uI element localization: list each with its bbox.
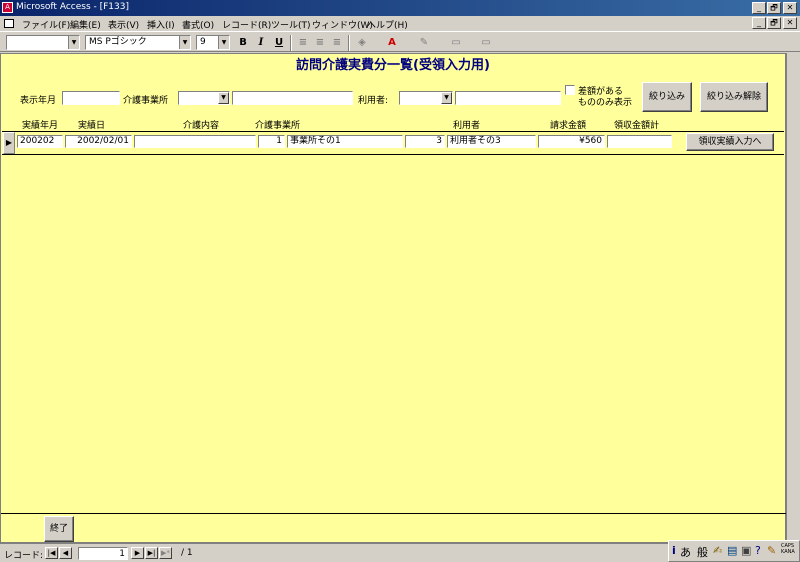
chevron-down-icon[interactable]: ▼	[179, 36, 190, 49]
form-close-button[interactable]: ✕	[783, 17, 797, 29]
form-title: 訪問介護実費分一覧(受領入力用)	[296, 58, 490, 73]
form-minimize-button[interactable]: _	[752, 17, 766, 29]
chevron-down-icon[interactable]: ▼	[218, 92, 229, 104]
first-record-icon[interactable]: |◀	[45, 547, 58, 559]
column-header-received: 領収金額計	[614, 121, 660, 131]
column-header-content: 介護内容	[183, 121, 220, 131]
form-detail-area	[0, 53, 786, 543]
access-app-icon[interactable]: A	[2, 2, 13, 13]
menu-file[interactable]: ファイル(F)	[22, 18, 70, 31]
user-label: 利用者:	[358, 96, 389, 106]
menu-help[interactable]: ヘルプ(H)	[367, 18, 408, 31]
font-size-value: 9	[200, 37, 206, 47]
ime-dictionary-icon[interactable]: ▣	[741, 544, 751, 557]
form-footer-divider	[1, 513, 786, 514]
column-header-user: 利用者	[453, 121, 481, 131]
diff-only-label-line2: もののみ表示	[578, 98, 633, 108]
next-record-icon[interactable]: ▶	[131, 547, 144, 559]
formatting-toolbar: ▼ MS Pゴシック ▼ 9 ▼ B I U ≡ ≡ ≡ ◈ A ✎ ▭ ▭	[0, 31, 800, 52]
chevron-down-icon[interactable]: ▼	[218, 36, 229, 49]
object-combo[interactable]: ▼	[6, 35, 80, 50]
toolbar-separator	[348, 35, 350, 51]
menu-format[interactable]: 書式(O)	[182, 18, 214, 31]
column-header-billed: 請求金額	[550, 121, 587, 131]
font-size-combo[interactable]: 9 ▼	[196, 35, 230, 50]
ime-conversion-button[interactable]: 般	[697, 544, 708, 560]
ime-properties-icon[interactable]: ?	[755, 544, 761, 557]
ime-tool-icon[interactable]: ✍	[713, 544, 722, 557]
caps-kana-indicator: CAPS KANA	[781, 543, 795, 555]
menu-edit[interactable]: 編集(E)	[70, 18, 101, 31]
month-label: 表示年月	[20, 96, 57, 106]
align-center-icon[interactable]: ≡	[312, 35, 328, 51]
font-name-combo[interactable]: MS Pゴシック ▼	[85, 35, 191, 50]
border-width-icon[interactable]: ▭	[448, 35, 464, 51]
cell-user-name[interactable]: 利用者その3	[447, 135, 536, 148]
record-label: レコード:	[4, 551, 44, 561]
office-label: 介護事業所	[123, 96, 169, 106]
month-input[interactable]	[62, 91, 120, 105]
column-header-month: 実績年月	[22, 121, 59, 131]
ime-pad-icon[interactable]: ▤	[727, 544, 737, 557]
current-record-input[interactable]: 1	[78, 547, 128, 560]
previous-record-icon[interactable]: ◀	[59, 547, 72, 559]
filter-button[interactable]: 絞り込み	[642, 82, 692, 112]
underline-button[interactable]: U	[271, 35, 287, 51]
font-color-icon[interactable]: A	[384, 35, 400, 51]
menu-tools[interactable]: ツール(T)	[271, 18, 311, 31]
cell-date[interactable]: 2002/02/01	[65, 135, 132, 148]
italic-button[interactable]: I	[253, 35, 269, 51]
cell-content[interactable]	[134, 135, 256, 148]
menu-bar: ファイル(F) 編集(E) 表示(V) 挿入(I) 書式(O) レコード(R) …	[0, 16, 800, 31]
ime-mode-button[interactable]: あ	[680, 544, 691, 560]
line-color-icon[interactable]: ✎	[416, 35, 432, 51]
record-selector-arrow-icon[interactable]: ▶	[3, 132, 15, 154]
special-effect-icon[interactable]: ▭	[478, 35, 494, 51]
diff-only-checkbox[interactable]	[565, 85, 575, 95]
last-record-icon[interactable]: ▶|	[145, 547, 158, 559]
menu-view[interactable]: 表示(V)	[108, 18, 139, 31]
menu-insert[interactable]: 挿入(I)	[147, 18, 175, 31]
window-title-bar[interactable]: A Microsoft Access - [F133] _ 🗗 ✕	[0, 0, 800, 16]
new-record-icon[interactable]: ▶*	[159, 547, 172, 559]
exit-button[interactable]: 終了	[44, 516, 74, 542]
menu-window[interactable]: ウィンドウ(W)	[312, 18, 373, 31]
chevron-down-icon[interactable]: ▼	[68, 36, 79, 49]
close-button[interactable]: ✕	[783, 2, 797, 14]
cell-office-name[interactable]: 事業所その1	[287, 135, 403, 148]
bold-button[interactable]: B	[235, 35, 251, 51]
align-right-icon[interactable]: ≡	[329, 35, 345, 51]
align-left-icon[interactable]: ≡	[295, 35, 311, 51]
cell-received[interactable]	[607, 135, 672, 148]
cell-office-code[interactable]: 1	[258, 135, 285, 148]
column-header-office: 介護事業所	[255, 121, 301, 131]
clear-filter-button[interactable]: 絞り込み解除	[700, 82, 768, 112]
menu-records[interactable]: レコード(R)	[222, 18, 271, 31]
font-name-value: MS Pゴシック	[89, 37, 147, 47]
toolbar-separator	[290, 35, 292, 51]
column-header-date: 実績日	[78, 121, 106, 131]
record-total: / 1	[181, 548, 193, 558]
receipt-entry-button[interactable]: 領収実績入力へ	[686, 133, 774, 151]
cell-billed[interactable]: ¥560	[538, 135, 605, 148]
fill-color-icon[interactable]: ◈	[354, 35, 370, 51]
form-window-icon[interactable]	[4, 19, 14, 28]
cell-user-code[interactable]: 3	[405, 135, 445, 148]
window-edge	[786, 53, 800, 543]
minimize-button[interactable]: _	[752, 2, 766, 14]
office-name-field[interactable]	[232, 91, 353, 105]
restore-button[interactable]: 🗗	[767, 2, 781, 14]
ime-grip-icon[interactable]: i	[672, 544, 676, 557]
window-title: Microsoft Access - [F133]	[16, 2, 129, 12]
ime-help-icon[interactable]: ✎	[767, 544, 776, 557]
user-name-field[interactable]	[455, 91, 561, 105]
cell-month[interactable]: 200202	[17, 135, 63, 148]
ime-language-bar: i あ 般 ✍ ▤ ▣ ? ✎ CAPS KANA	[668, 540, 800, 562]
record-navigation-bar: レコード: |◀ ◀ 1 ▶ ▶| ▶* / 1	[0, 543, 668, 562]
chevron-down-icon[interactable]: ▼	[441, 92, 452, 104]
kana-indicator: KANA	[781, 549, 795, 555]
form-restore-button[interactable]: 🗗	[767, 17, 781, 29]
